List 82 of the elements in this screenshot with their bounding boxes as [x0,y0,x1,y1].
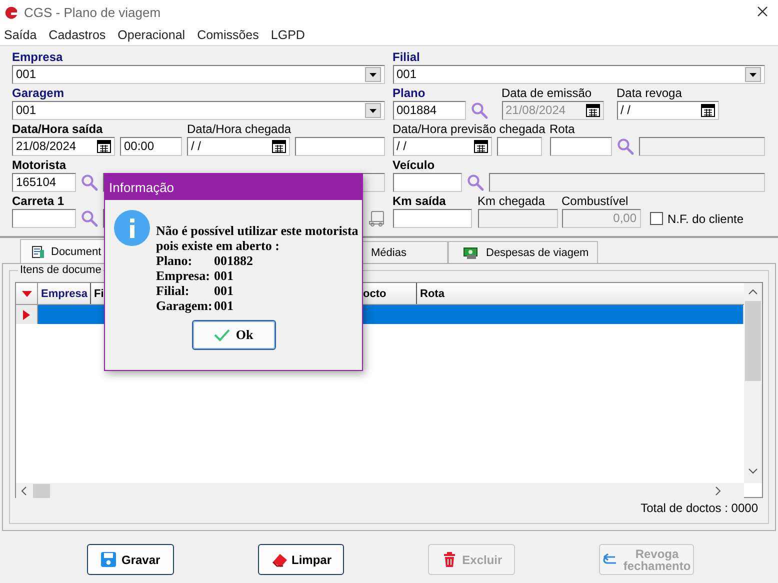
dialog-message: Não é possível utilizar este motorista pois existe em aberto : [156,223,358,253]
input-field[interactable] [550,137,612,156]
input-field[interactable] [496,137,542,156]
menu-item[interactable]: Comissões [197,28,259,42]
field-label: Motorista [12,158,66,173]
field-label: Data revoga [616,86,682,101]
save-icon [100,551,118,568]
detail-label: Plano: [156,253,194,268]
sort-arrow-icon [22,290,32,296]
window-title: CGS - Plano de viagem [24,5,162,20]
checkbox-box[interactable] [650,212,662,225]
field-label: Empresa [12,50,63,65]
menu-item[interactable]: Saída [4,28,37,42]
field-label: Combustível [562,194,628,209]
input-field[interactable] [392,173,462,192]
field-label: Veículo [392,158,435,173]
detail-label: Garagem: [156,298,214,313]
document-icon [31,244,45,258]
date-field[interactable]: 21/08/2024 [12,137,115,156]
row-pointer-icon [23,310,30,320]
date-field[interactable]: / / [392,137,492,156]
field-label: Data/Hora chegada [187,122,292,137]
input-field[interactable]: 165104 [12,173,76,192]
truck-icon [368,210,384,227]
ok-button[interactable]: Ok [192,320,276,350]
calendar-icon [700,104,714,117]
date-field[interactable]: / / [187,137,290,156]
detail-value: 001 [214,268,234,283]
checkbox-label: N.F. do cliente [668,212,744,226]
field-label: Plano [392,86,426,101]
search-icon[interactable] [470,102,488,119]
field-label: Km saída [392,194,446,209]
save-button[interactable]: Gravar [87,544,174,575]
field-label: Data/Hora previsão chegada [392,122,546,137]
detail-value: 001 [214,283,234,298]
group-label: Itens de docume [18,264,104,276]
calendar-icon [272,140,286,153]
clear-button[interactable]: Limpar [258,544,344,575]
logo-icon [4,6,18,20]
detail-label: Empresa: [156,268,211,283]
input-field[interactable] [392,209,472,228]
dropdown-field[interactable]: 001 [12,65,384,84]
menu-item[interactable]: Operacional [118,28,186,42]
calendar-icon [586,104,600,117]
tab[interactable]: Médias [360,241,448,263]
calendar-icon [97,140,111,153]
total-count: Total de doctos : 0000 [640,500,759,515]
vertical-scrollbar[interactable] [744,283,762,483]
column-header[interactable]: Empresa [38,283,91,304]
search-icon[interactable] [616,138,634,155]
horizontal-scrollbar[interactable] [16,483,744,499]
column-header[interactable]: Rota [417,283,744,304]
field-label: Garagem [12,86,64,101]
field-label: Carreta 1 [12,194,64,209]
calendar-icon [474,140,488,153]
search-icon[interactable] [466,174,484,191]
close-icon[interactable] [757,6,768,16]
input-field[interactable] [295,137,384,156]
detail-label: Filial: [156,283,190,298]
field-label: Filial [392,50,420,65]
field-label: Rota [550,122,575,137]
search-icon[interactable] [81,210,98,227]
menu-item[interactable]: LGPD [270,28,305,42]
input-field[interactable]: 00:00 [120,137,182,156]
eraser-icon [270,551,288,568]
field-label: Km chegada [478,194,545,209]
dropdown-field[interactable]: 001 [392,65,765,84]
field-label: Data/Hora saída [12,122,103,137]
input-field[interactable] [12,209,76,228]
detail-value: 001882 [214,253,253,268]
date-field[interactable]: / / [616,101,718,120]
field-label: Data de emissão [502,86,592,101]
check-icon [214,328,230,342]
dropdown-field[interactable]: 001 [12,101,384,120]
dialog-title: Informação [105,174,362,200]
input-field[interactable]: 001884 [392,101,466,120]
search-icon[interactable] [81,174,98,191]
detail-value: 001 [214,298,234,313]
info-icon [114,210,150,246]
money-icon [463,246,480,260]
menu-item[interactable]: Cadastros [48,28,106,42]
tab[interactable]: Despesas de viagem [448,241,598,263]
